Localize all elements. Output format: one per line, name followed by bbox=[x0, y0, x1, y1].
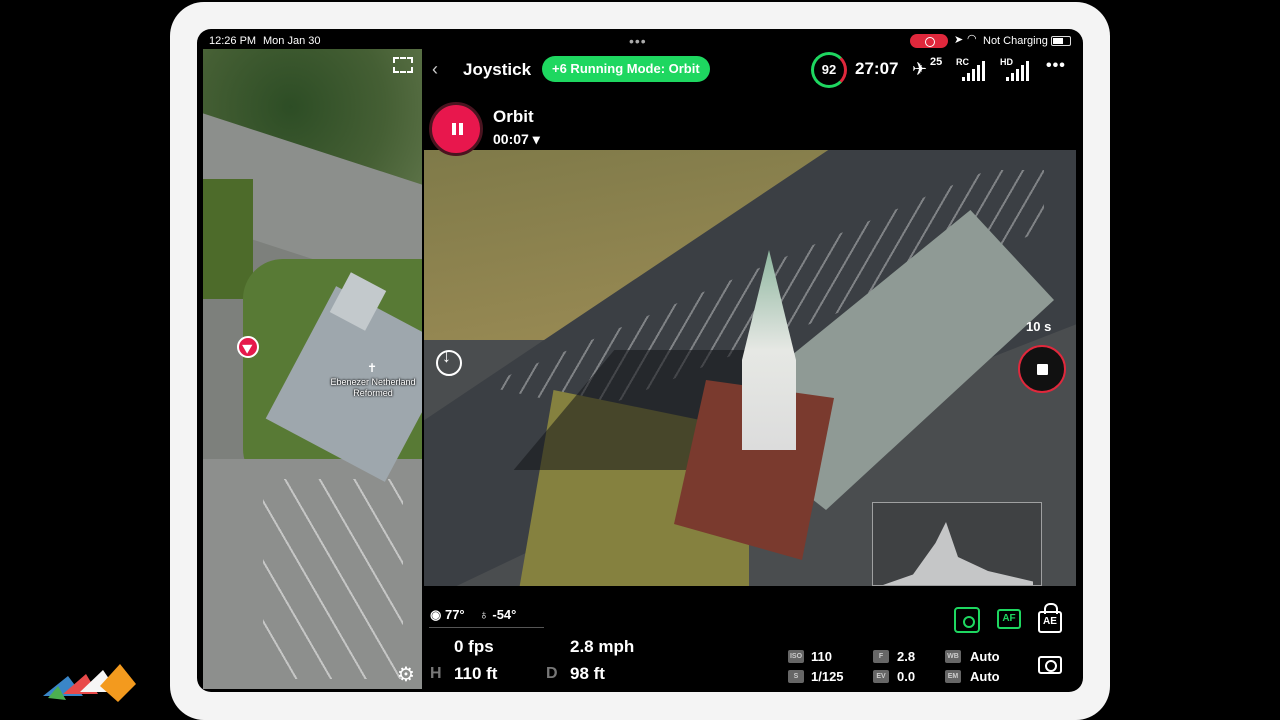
map-expand-icon[interactable] bbox=[393, 57, 413, 73]
map-parking-lines bbox=[263, 479, 403, 679]
ev-value[interactable]: 0.0 bbox=[897, 669, 915, 684]
gimbal-readout: ♁ -54° bbox=[479, 607, 517, 622]
focus-icon[interactable] bbox=[954, 607, 980, 633]
multitask-dots-icon[interactable]: ••• bbox=[629, 33, 647, 49]
orbit-pause-button[interactable] bbox=[429, 102, 483, 156]
shutter-chip: S bbox=[788, 670, 804, 683]
wb-value[interactable]: Auto bbox=[970, 649, 1000, 664]
map-place-label: Ebenezer Netherland Reformed bbox=[330, 377, 416, 398]
recording-countdown: 10 s bbox=[1026, 319, 1052, 334]
church-cross-icon: ✝ bbox=[367, 361, 378, 375]
shutter-value[interactable]: 1/125 bbox=[811, 669, 844, 684]
histogram bbox=[872, 502, 1042, 586]
descent-icon[interactable] bbox=[436, 346, 462, 376]
orbit-elapsed-time[interactable]: 00:07 ▾ bbox=[493, 131, 540, 148]
status-time: 12:26 PM bbox=[209, 35, 257, 47]
remaining-flight-time: 27:07 bbox=[855, 59, 899, 78]
vertical-speed: 0 fps bbox=[454, 637, 494, 656]
distance-key: D bbox=[546, 665, 558, 682]
gimbal-value: -54° bbox=[492, 607, 517, 622]
em-chip: EM bbox=[945, 670, 961, 683]
stop-recording-button[interactable] bbox=[1018, 345, 1066, 393]
rc-signal-bars-icon bbox=[962, 61, 990, 81]
map-lawn bbox=[203, 179, 253, 299]
distance-value: 98 ft bbox=[570, 664, 605, 683]
divider bbox=[429, 627, 544, 628]
camera-feed[interactable] bbox=[424, 150, 1076, 586]
ae-lock-button[interactable]: AE bbox=[1038, 603, 1062, 633]
flight-mode-title[interactable]: Joystick bbox=[463, 60, 531, 80]
wifi-icon: ◠ bbox=[967, 33, 977, 45]
app-screen: 12:26 PM Mon Jan 30 ••• ➤ ◠ Not Charging… bbox=[197, 29, 1083, 692]
iso-value[interactable]: 110 bbox=[811, 649, 832, 664]
drone-position-icon bbox=[237, 336, 259, 358]
chevron-left-icon[interactable]: ‹ bbox=[432, 59, 438, 80]
orbit-title: Orbit bbox=[493, 107, 534, 126]
wb-chip: WB bbox=[945, 650, 961, 663]
more-dots-icon[interactable]: ••• bbox=[1046, 57, 1066, 75]
ev-chip: EV bbox=[873, 670, 889, 683]
drone-battery-indicator[interactable]: 92 bbox=[811, 52, 847, 88]
hd-signal-bars-icon bbox=[1006, 61, 1034, 81]
horizontal-speed: 2.8 mph bbox=[570, 637, 635, 656]
charging-status: Not Charging bbox=[983, 35, 1048, 47]
top-bar: ‹ Joystick +6 Running Mode: Orbit 92 27:… bbox=[422, 51, 1083, 91]
aperture-value[interactable]: 2.8 bbox=[897, 649, 915, 664]
device-battery-icon bbox=[1051, 36, 1071, 46]
satellite-count: 25 bbox=[930, 56, 943, 68]
gear-icon[interactable]: ⚙ bbox=[397, 662, 415, 687]
running-mode-badge[interactable]: +6 Running Mode: Orbit bbox=[542, 56, 710, 82]
channel-logo bbox=[43, 664, 136, 702]
screen-record-icon bbox=[910, 34, 948, 48]
status-date: Mon Jan 30 bbox=[263, 35, 321, 47]
af-button[interactable]: AF bbox=[997, 609, 1021, 629]
height-key: H bbox=[430, 665, 442, 682]
location-icon: ➤ bbox=[954, 34, 964, 46]
heading-readout: ◉ 77° bbox=[430, 607, 465, 622]
height-value: 110 ft bbox=[454, 664, 498, 683]
camera-mode-icon[interactable] bbox=[1038, 656, 1062, 674]
heading-value: 77° bbox=[444, 607, 465, 622]
satellite-icon: ✈ bbox=[912, 59, 928, 79]
aperture-chip: F bbox=[873, 650, 889, 663]
em-value[interactable]: Auto bbox=[970, 669, 1000, 684]
iso-chip: ISO bbox=[788, 650, 804, 663]
status-bar: 12:26 PM Mon Jan 30 ••• ➤ ◠ Not Charging bbox=[197, 29, 1083, 51]
map-view[interactable]: ✝ Ebenezer Netherland Reformed ⚙ bbox=[203, 49, 422, 689]
